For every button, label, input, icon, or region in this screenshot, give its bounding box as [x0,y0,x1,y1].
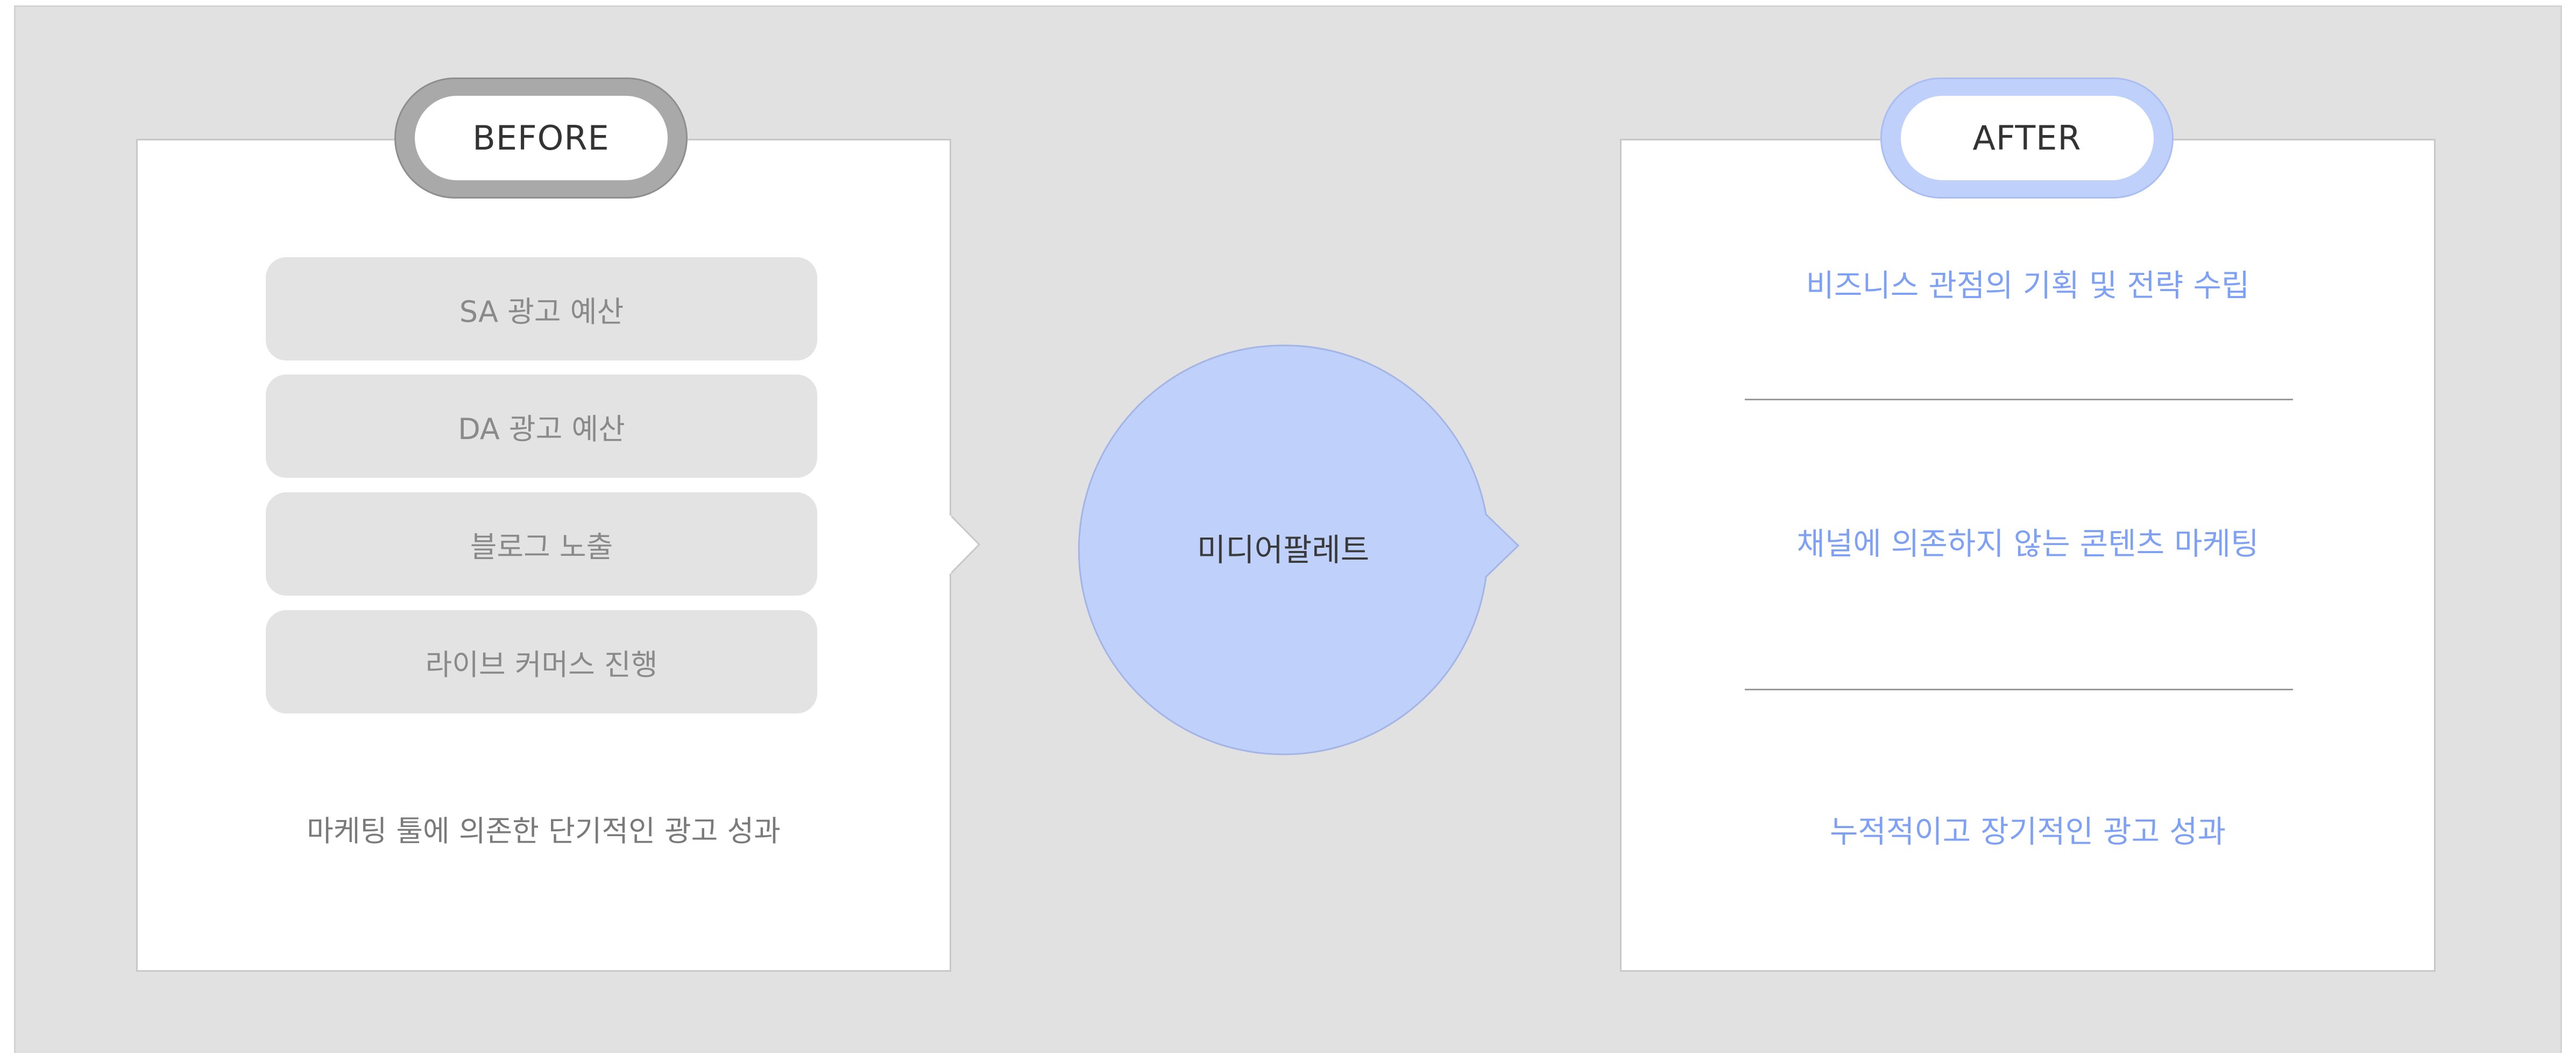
before-item-sa-budget: SA 광고 예산 [266,257,817,361]
after-badge-label: AFTER [1900,96,2154,180]
before-item-live-commerce: 라이브 커머스 진행 [266,610,817,713]
center-label: 미디어팔레트 [1197,532,1370,568]
after-item-content-marketing: 채널에 의존하지 않는 콘텐츠 마케팅 [1796,526,2259,562]
before-item-blog-exposure: 블로그 노출 [266,492,817,596]
before-summary: 마케팅 툴에 의존한 단기적인 광고 성과 [307,814,781,848]
after-item-business-strategy: 비즈니스 관점의 기획 및 전략 수립 [1806,268,2250,303]
before-item-da-budget: DA 광고 예산 [266,374,817,478]
after-item-long-term-results: 누적적이고 장기적인 광고 성과 [1829,814,2226,850]
after-badge: AFTER [1880,77,2174,199]
before-panel-pointer [950,514,981,575]
before-badge-label: BEFORE [414,96,668,180]
after-divider [1745,399,2293,400]
before-badge: BEFORE [394,77,688,199]
after-divider [1745,689,2293,690]
